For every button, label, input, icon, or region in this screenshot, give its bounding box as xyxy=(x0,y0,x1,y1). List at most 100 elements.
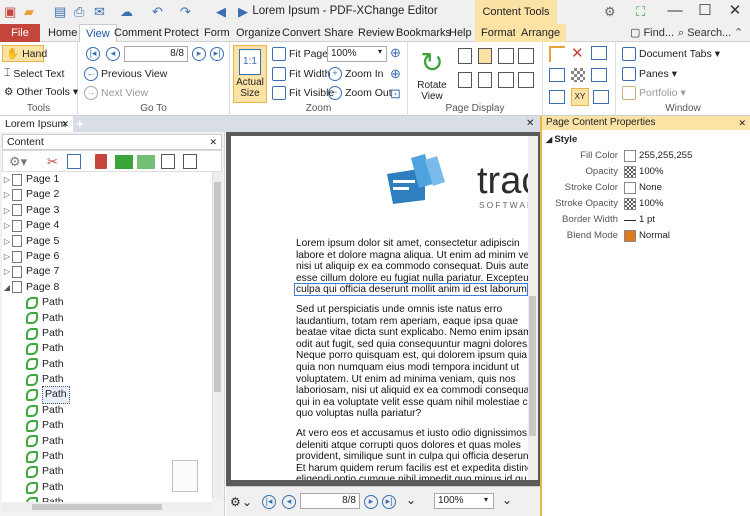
collapsed-triangle-icon[interactable]: ▷ xyxy=(2,234,12,249)
status-page-input[interactable]: 8/8 xyxy=(300,493,360,509)
tree-horizontal-scrollbar[interactable] xyxy=(2,502,212,512)
property-row[interactable]: Stroke Color None xyxy=(542,180,750,196)
fullscreen-icon[interactable]: ⛶ xyxy=(636,3,645,21)
property-row[interactable]: Opacity 100% xyxy=(542,164,750,180)
next-view-button[interactable]: → Next View xyxy=(84,86,148,100)
portfolio-button[interactable]: Portfolio ▾ xyxy=(622,86,686,100)
collapsed-triangle-icon[interactable]: ▷ xyxy=(2,264,12,279)
property-value[interactable]: Normal xyxy=(624,228,670,244)
tree-path-item[interactable]: Path xyxy=(2,372,212,387)
previous-view-button[interactable]: ← Previous View xyxy=(84,67,167,81)
tab-arrange[interactable]: Arrange xyxy=(515,24,567,42)
previous-page-icon[interactable]: ◂ xyxy=(282,495,296,509)
properties-icon[interactable] xyxy=(161,154,175,169)
scissors-icon[interactable]: ✕ xyxy=(571,44,584,62)
send-backward-icon[interactable] xyxy=(137,155,155,169)
tree-path-item[interactable]: Path xyxy=(2,403,212,418)
email-icon[interactable]: ✉ xyxy=(94,3,105,21)
back-icon[interactable]: ◀ xyxy=(216,3,226,21)
thumbnail-view-icon[interactable] xyxy=(498,72,514,88)
zoom-dropdown-icon[interactable]: ▾ xyxy=(378,47,382,56)
tree-vertical-scrollbar[interactable] xyxy=(212,172,222,498)
hand-tool-button[interactable]: ✋ Hand xyxy=(2,45,47,62)
selection-box[interactable] xyxy=(294,283,528,296)
tab-file[interactable]: File xyxy=(0,24,40,42)
tree-page-item[interactable]: ▷ Page 2 xyxy=(2,187,212,202)
first-page-icon[interactable]: |◂ xyxy=(86,47,100,61)
scan-icon[interactable]: ☁ xyxy=(120,3,133,21)
property-value[interactable]: 255,255,255 xyxy=(624,148,692,164)
measure-icon[interactable] xyxy=(549,90,565,104)
tree-path-item[interactable]: Path xyxy=(2,357,212,372)
snap-icon[interactable] xyxy=(593,90,609,104)
tree-path-item[interactable]: Path xyxy=(2,311,212,326)
tab-home[interactable]: Home xyxy=(42,24,83,42)
pdf-page[interactable]: trac SOFTWAR Lorem ipsum dolor sit amet,… xyxy=(231,136,528,480)
property-row[interactable]: Border Width 1 pt xyxy=(542,212,750,228)
actual-size-button[interactable]: 1:1 Actual Size xyxy=(233,45,267,103)
tree-path-item[interactable]: Path xyxy=(2,295,212,310)
document-tab[interactable]: Lorem Ipsum ✕ xyxy=(0,116,73,132)
expanded-triangle-icon[interactable]: ◢ xyxy=(2,280,12,295)
bring-forward-icon[interactable] xyxy=(115,155,133,169)
collapsed-triangle-icon[interactable]: ▷ xyxy=(2,218,12,233)
crop-icon[interactable] xyxy=(549,46,565,62)
minimize-button[interactable]: — xyxy=(660,0,690,24)
close-document-icon[interactable]: ✕ xyxy=(526,116,534,132)
zoom-in-button[interactable]: + Zoom In xyxy=(328,67,384,81)
tree-page-item[interactable]: ▷ Page 6 xyxy=(2,249,212,264)
maximize-button[interactable]: ☐ xyxy=(690,0,720,24)
chevron-down-icon[interactable]: ▾ xyxy=(484,495,488,504)
property-row[interactable]: Stroke Opacity 100% xyxy=(542,196,750,212)
property-value[interactable]: 100% xyxy=(624,196,664,212)
new-tab-icon[interactable]: + xyxy=(76,116,84,131)
options-gear-icon[interactable]: ⚙▾ xyxy=(9,154,27,170)
open-folder-icon[interactable]: ▰ xyxy=(24,3,34,21)
tree-page-item[interactable]: ▷ Page 5 xyxy=(2,234,212,249)
tree-page-item[interactable]: ▷ Page 4 xyxy=(2,218,212,233)
transparency-icon[interactable] xyxy=(571,68,585,82)
double-chevron-icon[interactable]: ⌄ xyxy=(406,493,416,507)
layout-icon[interactable] xyxy=(549,68,565,82)
scrollbar-thumb[interactable] xyxy=(32,504,162,510)
last-page-icon[interactable]: ▸| xyxy=(382,495,396,509)
next-page-icon[interactable]: ▸ xyxy=(192,47,206,61)
options-icon[interactable]: ⚙ xyxy=(230,495,241,509)
first-page-icon[interactable]: |◂ xyxy=(262,495,276,509)
property-value[interactable]: 1 pt xyxy=(624,212,655,228)
tree-path-item[interactable]: Path xyxy=(2,495,212,502)
fit-visible-button[interactable]: Fit Visible xyxy=(272,86,334,100)
close-icon[interactable]: ✕ xyxy=(738,116,746,130)
property-value[interactable]: 100% xyxy=(624,164,664,180)
close-button[interactable]: ✕ xyxy=(720,0,750,24)
ribbon-collapse-icon[interactable]: ⌃ xyxy=(728,24,749,42)
marquee-zoom-icon[interactable]: ⊕ xyxy=(390,66,401,82)
split-view-icon[interactable] xyxy=(478,72,492,88)
xy-coordinates-icon[interactable]: XY xyxy=(571,88,589,106)
double-chevron-icon[interactable]: ⌄ xyxy=(242,495,252,509)
document-vertical-scrollbar[interactable] xyxy=(528,136,538,480)
property-value[interactable]: None xyxy=(624,180,662,196)
zoom-out-button[interactable]: − Zoom Out xyxy=(328,86,392,100)
panes-button[interactable]: Panes ▾ xyxy=(622,67,677,81)
tree-path-item[interactable]: Path xyxy=(2,341,212,356)
two-page-continuous-icon[interactable] xyxy=(518,48,534,64)
copy-icon[interactable] xyxy=(67,154,81,169)
tree-path-item[interactable]: Path xyxy=(2,434,212,449)
magnifier-icon[interactable]: ⊡ xyxy=(390,86,401,102)
tab-help[interactable]: Help xyxy=(443,24,478,42)
rotate-view-button[interactable]: ↻ Rotate View xyxy=(412,46,452,102)
redo-icon[interactable]: ↷ xyxy=(180,3,191,21)
print-icon[interactable]: ⎙ xyxy=(74,3,84,21)
style-section[interactable]: ◢ Style xyxy=(542,132,750,148)
undo-icon[interactable]: ↶ xyxy=(152,3,163,21)
collapsed-triangle-icon[interactable]: ▷ xyxy=(2,203,12,218)
select-text-button[interactable]: ⌶ Select Text xyxy=(4,67,64,80)
tree-path-item[interactable]: Path xyxy=(2,418,212,433)
two-page-icon[interactable] xyxy=(498,48,514,64)
close-icon[interactable]: ✕ xyxy=(209,135,217,149)
scrollbar-thumb[interactable] xyxy=(214,182,221,392)
last-page-icon[interactable]: ▸| xyxy=(210,47,224,61)
other-tools-button[interactable]: ⚙ Other Tools ▾ xyxy=(4,86,78,98)
settings-icon[interactable] xyxy=(183,154,197,169)
